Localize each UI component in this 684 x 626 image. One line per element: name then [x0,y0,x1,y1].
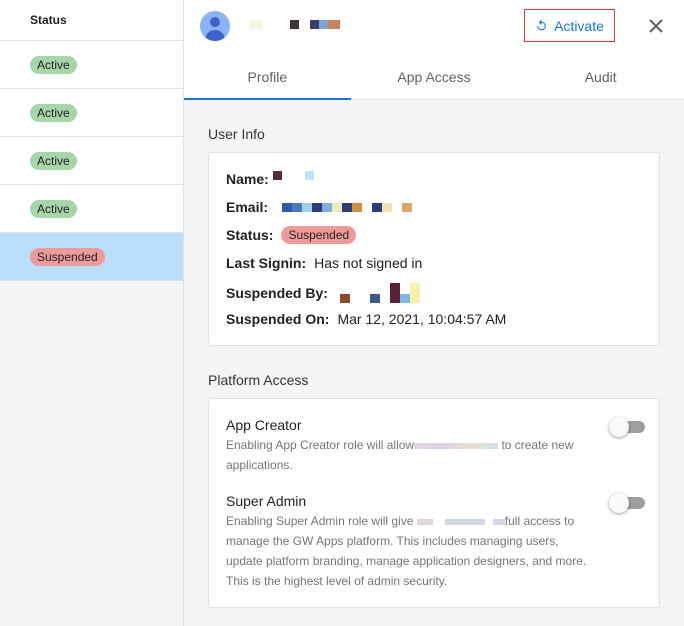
list-row[interactable]: Active [0,41,183,89]
status-badge: Active [30,103,77,122]
suspended-by-row: Suspended By: [226,283,420,303]
person-avatar-icon [200,11,230,41]
suspended-on-row: Suspended On: Mar 12, 2021, 10:04:57 AM [226,311,506,327]
list-row[interactable]: Active [0,137,183,185]
platform-access-card: App Creator Enabling App Creator role wi… [208,398,660,608]
email-row: Email: [226,199,413,215]
status-badge: Suspended [281,226,357,244]
platform-access-title: Platform Access [208,372,309,388]
app-creator-title: App Creator [226,417,302,433]
detail-header: Activate Profile App Access Audit [184,0,684,100]
user-info-title: User Info [208,126,265,142]
redacted-text [414,438,499,452]
status-column-header[interactable]: Status [0,0,183,41]
list-row[interactable]: Active [0,185,183,233]
tab-bar: Profile App Access Audit [184,55,684,100]
super-admin-title: Super Admin [226,493,307,509]
status-row: Status: Suspended [226,226,357,244]
status-badge: Active [30,151,77,170]
status-header-label: Status [30,13,67,27]
list-row-selected[interactable]: Suspended [0,233,183,281]
refresh-icon [537,19,546,31]
redacted-suspended-by [339,283,420,303]
status-badge: Suspended [30,247,105,266]
user-detail-panel: Activate Profile App Access Audit User I… [184,0,684,626]
last-signin-value: Has not signed in [314,255,423,271]
tab-app-access[interactable]: App Access [351,55,518,99]
redacted-name [272,170,314,187]
suspended-on-label: Suspended On: [226,311,330,327]
activate-label: Activate [554,17,604,34]
status-badge: Active [30,199,77,218]
last-signin-row: Last Signin: Has not signed in [226,255,422,271]
tab-label: App Access [397,69,471,85]
activate-button[interactable]: Activate [524,9,615,42]
user-info-card: Name: Email: Status: Suspended Last Sign… [208,152,660,346]
email-label: Email: [226,199,269,215]
last-signin-label: Last Signin: [226,255,307,271]
redacted-email [282,202,413,212]
close-icon[interactable] [646,16,666,36]
app-creator-description: Enabling App Creator role will allow to … [226,435,596,475]
redacted-text [416,514,505,528]
name-label: Name: [226,171,269,187]
tab-profile[interactable]: Profile [184,55,351,100]
desc-text: Enabling Super Admin role will give [226,514,414,528]
app-creator-toggle[interactable] [609,417,645,437]
desc-text: Enabling App Creator role will allow [226,438,415,452]
super-admin-description: Enabling Super Admin role will give full… [226,511,596,591]
suspended-by-label: Suspended By: [226,285,328,301]
tab-audit[interactable]: Audit [517,55,684,99]
user-list-panel: Status Active Active Active Active Suspe… [0,0,184,626]
tab-label: Audit [584,69,617,85]
status-label: Status: [226,227,274,243]
status-badge: Active [30,55,77,74]
list-row[interactable]: Active [0,89,183,137]
suspended-on-value: Mar 12, 2021, 10:04:57 AM [337,311,507,327]
super-admin-toggle[interactable] [609,493,645,513]
name-row: Name: [226,170,314,187]
tab-label: Profile [247,69,288,85]
